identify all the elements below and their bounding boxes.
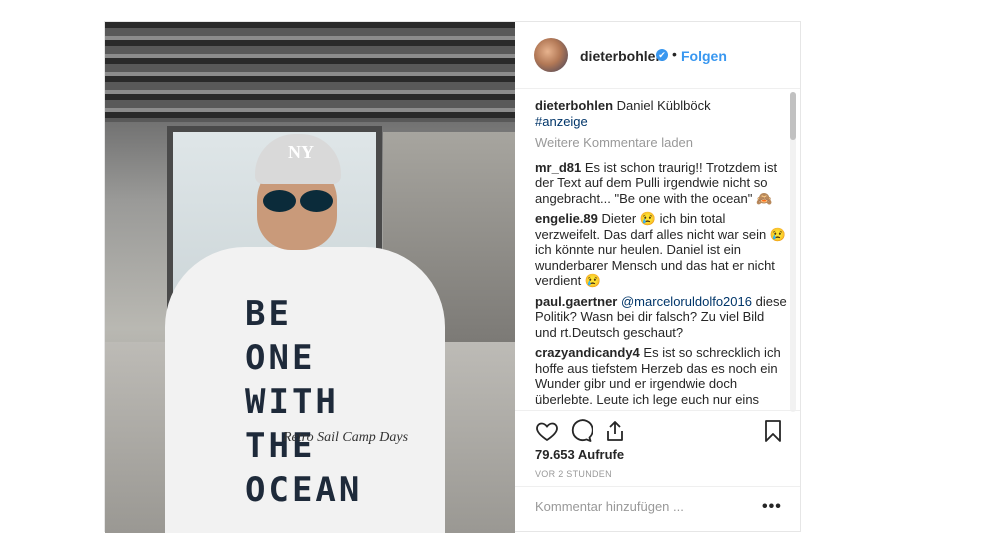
share-icon[interactable] [603, 419, 627, 443]
comment-item: crazyandicandy4 Es ist so schrecklich ic… [535, 345, 787, 407]
cap-logo: NY [288, 142, 314, 162]
comments-list[interactable]: dieterbohlen Daniel Küblböck #anzeige We… [535, 98, 787, 410]
comment-input[interactable] [535, 499, 745, 514]
caption-text: Daniel Küblböck [616, 98, 711, 113]
view-count[interactable]: 79.653 Aufrufe [535, 447, 624, 462]
comment-item: mr_d81 Es ist schon traurig!! Trotzdem i… [535, 160, 787, 207]
heart-icon[interactable] [535, 419, 559, 443]
comment-mention-link[interactable]: @marceloruldolfo2016 [621, 294, 752, 309]
hoodie-line-1: BE ONE [245, 294, 316, 378]
comments-scrollbar[interactable] [790, 92, 796, 412]
sunglasses [263, 190, 337, 212]
post-video[interactable]: NY BE ONE WITH THE OCEAN Retro Sail Camp… [105, 22, 515, 533]
comment-username[interactable]: crazyandicandy4 [535, 345, 640, 360]
load-more-comments-button[interactable]: Weitere Kommentare laden [535, 135, 787, 151]
post-sidebar: dieterbohlen ✔ • Folgen dieterbohlen Dan… [515, 22, 800, 531]
add-comment-bar: ••• [515, 486, 800, 532]
post-timestamp: VOR 2 STUNDEN [535, 469, 612, 479]
hoodie-print: BE ONE WITH THE OCEAN [245, 292, 385, 512]
comment-icon[interactable] [569, 419, 593, 443]
comment-username[interactable]: mr_d81 [535, 160, 581, 175]
comment-item: paul.gaertner @marceloruldolfo2016 diese… [535, 294, 787, 341]
separator-dot: • [672, 46, 677, 62]
avatar[interactable] [534, 38, 568, 72]
hashtag-link[interactable]: #anzeige [535, 114, 588, 129]
username-link[interactable]: dieterbohlen [580, 48, 664, 64]
verified-icon: ✔ [656, 49, 668, 61]
scrollbar-thumb[interactable] [790, 92, 796, 140]
follow-button[interactable]: Folgen [681, 48, 727, 64]
caption-username[interactable]: dieterbohlen [535, 98, 613, 113]
comment-username[interactable]: paul.gaertner [535, 294, 617, 309]
bookmark-icon[interactable] [761, 419, 785, 443]
caption: dieterbohlen Daniel Küblböck #anzeige [535, 98, 787, 129]
instagram-post: NY BE ONE WITH THE OCEAN Retro Sail Camp… [104, 21, 801, 533]
ceiling [105, 22, 515, 122]
comment-username[interactable]: engelie.89 [535, 211, 598, 226]
hoodie-line-3: OCEAN [245, 470, 363, 510]
hoodie-line-2: WITH THE [245, 382, 339, 466]
hoodie-script: Retro Sail Camp Days [283, 430, 409, 445]
post-header: dieterbohlen ✔ • Folgen [515, 22, 800, 89]
more-options-button[interactable]: ••• [762, 498, 782, 516]
comment-item: engelie.89 Dieter 😢 ich bin total verzwe… [535, 211, 787, 289]
